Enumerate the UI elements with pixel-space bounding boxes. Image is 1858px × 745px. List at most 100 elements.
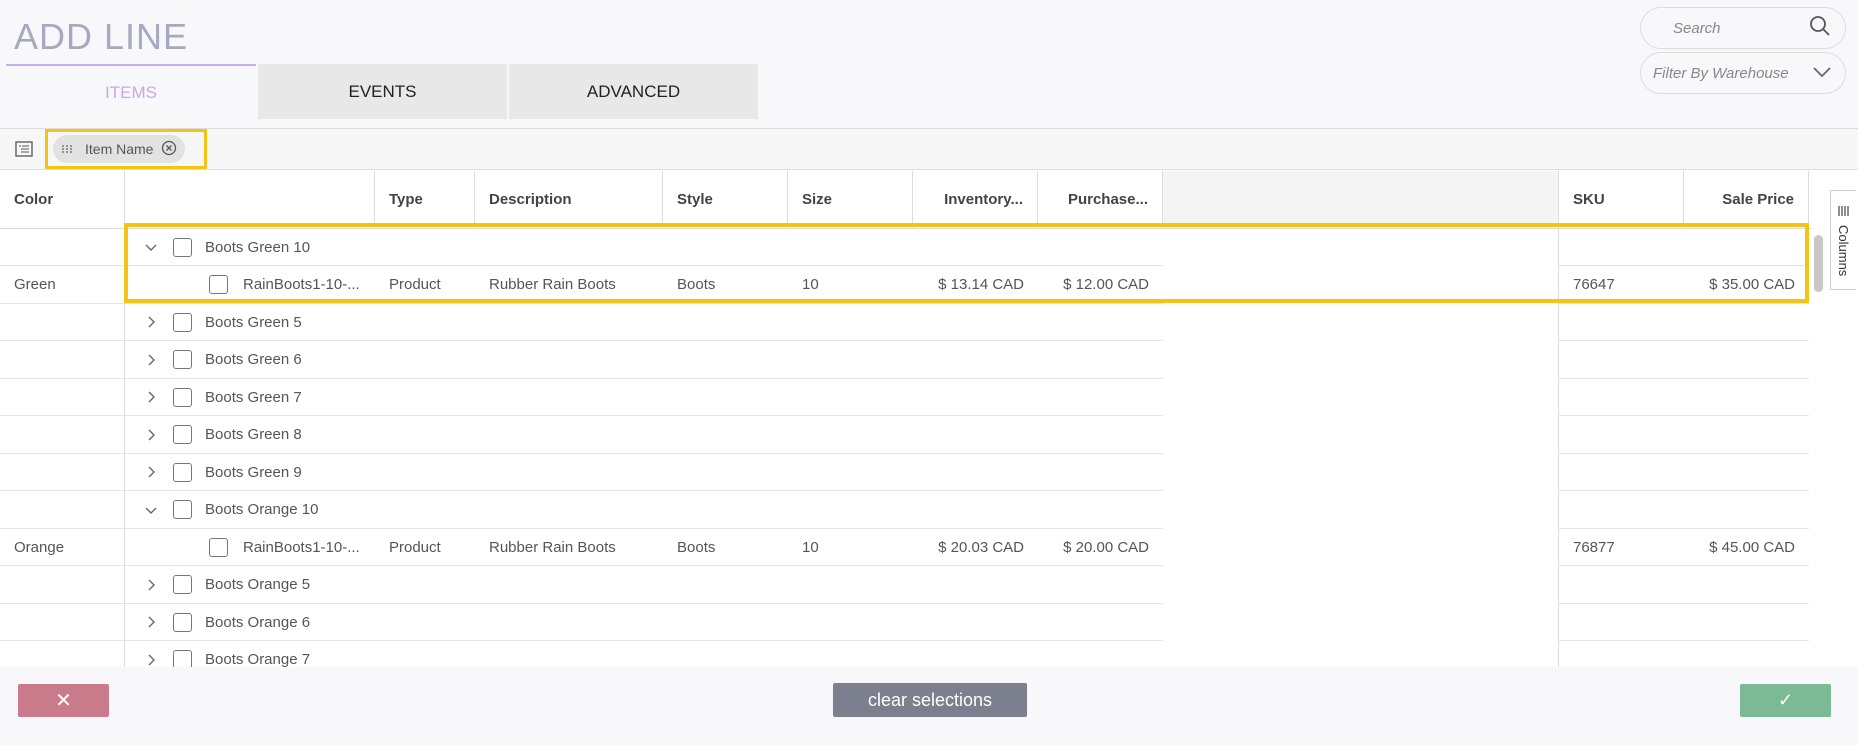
group-row[interactable]: Boots Green 9 — [0, 454, 1812, 491]
row-checkbox[interactable] — [173, 575, 192, 594]
color-cell — [0, 379, 125, 416]
sale-price-cell — [1684, 379, 1809, 416]
group-row[interactable]: Boots Green 7 — [0, 379, 1812, 416]
group-cell: Boots Green 9 — [125, 454, 1163, 491]
group-cell: Boots Orange 7 — [125, 642, 1163, 667]
group-cell: Boots Green 5 — [125, 304, 1163, 341]
group-name: Boots Orange 6 — [205, 613, 311, 631]
sale-price-cell — [1684, 454, 1809, 491]
chevron-right-icon[interactable] — [141, 579, 161, 591]
inventory-cell-text: $ 20.03 CAD — [938, 538, 1024, 556]
group-row[interactable]: Boots Green 6 — [0, 342, 1812, 379]
spacer-cell — [1163, 304, 1559, 341]
spacer-cell — [1163, 567, 1559, 604]
col-header-type[interactable]: Type — [375, 171, 475, 228]
color-cell: Orange — [0, 529, 125, 566]
group-row[interactable]: Boots Green 10 — [0, 229, 1812, 266]
group-cell: Boots Orange 5 — [125, 567, 1163, 604]
description-cell: Rubber Rain Boots — [475, 267, 663, 304]
row-checkbox[interactable] — [173, 350, 192, 369]
color-cell — [0, 642, 125, 668]
size-cell-text: 10 — [802, 538, 819, 556]
size-cell: 10 — [788, 267, 913, 304]
confirm-button[interactable]: ✓ — [1740, 684, 1831, 717]
columns-tool-panel[interactable]: Columns — [1830, 190, 1856, 290]
item-row[interactable]: Orange RainBoots1-10-... Product Rubber Rai… — [0, 529, 1812, 566]
group-row[interactable]: Boots Green 5 — [0, 304, 1812, 341]
group-name: Boots Orange 5 — [205, 576, 311, 593]
col-header-size[interactable]: Size — [788, 171, 913, 228]
page-title: ADD LINE — [14, 16, 189, 57]
color-cell — [0, 342, 125, 379]
sku-cell — [1559, 642, 1684, 668]
chevron-down-icon[interactable] — [141, 242, 161, 252]
chevron-right-icon[interactable] — [141, 429, 161, 441]
row-checkbox[interactable] — [173, 425, 192, 444]
chevron-right-icon[interactable] — [141, 654, 161, 666]
color-cell — [0, 229, 125, 266]
chevron-right-icon[interactable] — [141, 391, 161, 403]
row-checkbox[interactable] — [173, 387, 192, 407]
tab-items[interactable]: ITEMS — [6, 64, 256, 119]
col-header-description[interactable]: Description — [475, 171, 663, 228]
group-row[interactable]: Boots Green 8 — [0, 417, 1812, 454]
description-cell-text: Rubber Rain Boots — [489, 538, 616, 556]
group-chip-item-name[interactable]: Item Name — [53, 135, 186, 163]
warehouse-filter-select[interactable]: Filter By Warehouse — [1640, 52, 1846, 94]
row-checkbox[interactable] — [173, 612, 192, 632]
item-row[interactable]: Green RainBoots1-10-... Product Rubber Rain… — [0, 267, 1812, 304]
sale-price-cell-text: $ 35.00 CAD — [1709, 276, 1795, 293]
remove-circle-icon[interactable] — [161, 140, 177, 159]
chevron-right-icon[interactable] — [141, 466, 161, 478]
col-header-sale-price[interactable]: Sale Price — [1684, 171, 1809, 228]
col-header-sku[interactable]: SKU — [1559, 171, 1684, 228]
row-checkbox[interactable] — [173, 312, 192, 332]
row-checkbox[interactable] — [209, 275, 228, 294]
group-row[interactable]: Boots Orange 6 — [0, 604, 1812, 641]
row-checkbox[interactable] — [173, 500, 192, 519]
search-icon[interactable] — [1809, 15, 1831, 41]
col-header-color[interactable]: Color — [0, 171, 125, 228]
col-header-purchase[interactable]: Purchase... — [1038, 171, 1163, 228]
sale-price-cell: $ 35.00 CAD — [1684, 267, 1809, 304]
chevron-right-icon[interactable] — [141, 616, 161, 628]
sku-cell: 76877 — [1559, 529, 1684, 566]
size-cell: 10 — [788, 529, 913, 566]
col-header-inventory[interactable]: Inventory... — [913, 171, 1038, 228]
sku-cell — [1559, 567, 1684, 604]
tab-advanced[interactable]: ADVANCED — [509, 64, 758, 119]
vertical-scrollbar[interactable] — [1814, 235, 1823, 292]
columns-panel-label: Columns — [1836, 225, 1851, 277]
chevron-right-icon[interactable] — [141, 354, 161, 366]
cancel-button[interactable]: ✕ — [18, 684, 109, 717]
sale-price-cell — [1684, 492, 1809, 529]
description-cell: Rubber Rain Boots — [475, 529, 663, 566]
sku-cell — [1559, 229, 1684, 266]
grid-header: Color Type Description Style Size Invent… — [0, 171, 1812, 229]
row-checkbox[interactable] — [173, 462, 192, 482]
group-row[interactable]: Boots Orange 5 — [0, 567, 1812, 604]
row-checkbox[interactable] — [173, 237, 192, 257]
column-divider — [124, 171, 125, 667]
color-cell-text: Orange — [14, 538, 65, 556]
col-header-group[interactable] — [125, 171, 375, 228]
row-checkbox[interactable] — [209, 537, 228, 557]
search-input[interactable]: Search — [1640, 7, 1846, 49]
row-checkbox[interactable] — [173, 650, 192, 667]
clear-selections-button[interactable]: clear selections — [833, 683, 1027, 717]
spacer-cell — [1163, 604, 1559, 641]
row-group-panel: Item Name — [0, 129, 1858, 170]
purchase-cell-text: $ 20.00 CAD — [1063, 538, 1149, 556]
group-row[interactable]: Boots Orange 7 — [0, 642, 1812, 668]
chevron-down-icon[interactable] — [141, 505, 161, 515]
group-row[interactable]: Boots Orange 10 — [0, 492, 1812, 529]
sale-price-cell — [1684, 304, 1809, 341]
chevron-right-icon[interactable] — [141, 316, 161, 328]
tab-events[interactable]: EVENTS — [258, 64, 507, 119]
drag-handle-icon[interactable] — [61, 141, 75, 157]
col-header-style[interactable]: Style — [663, 171, 788, 228]
group-panel-icon[interactable] — [15, 141, 33, 162]
color-cell — [0, 604, 125, 641]
color-cell — [0, 304, 125, 341]
type-cell: Product — [375, 529, 475, 566]
